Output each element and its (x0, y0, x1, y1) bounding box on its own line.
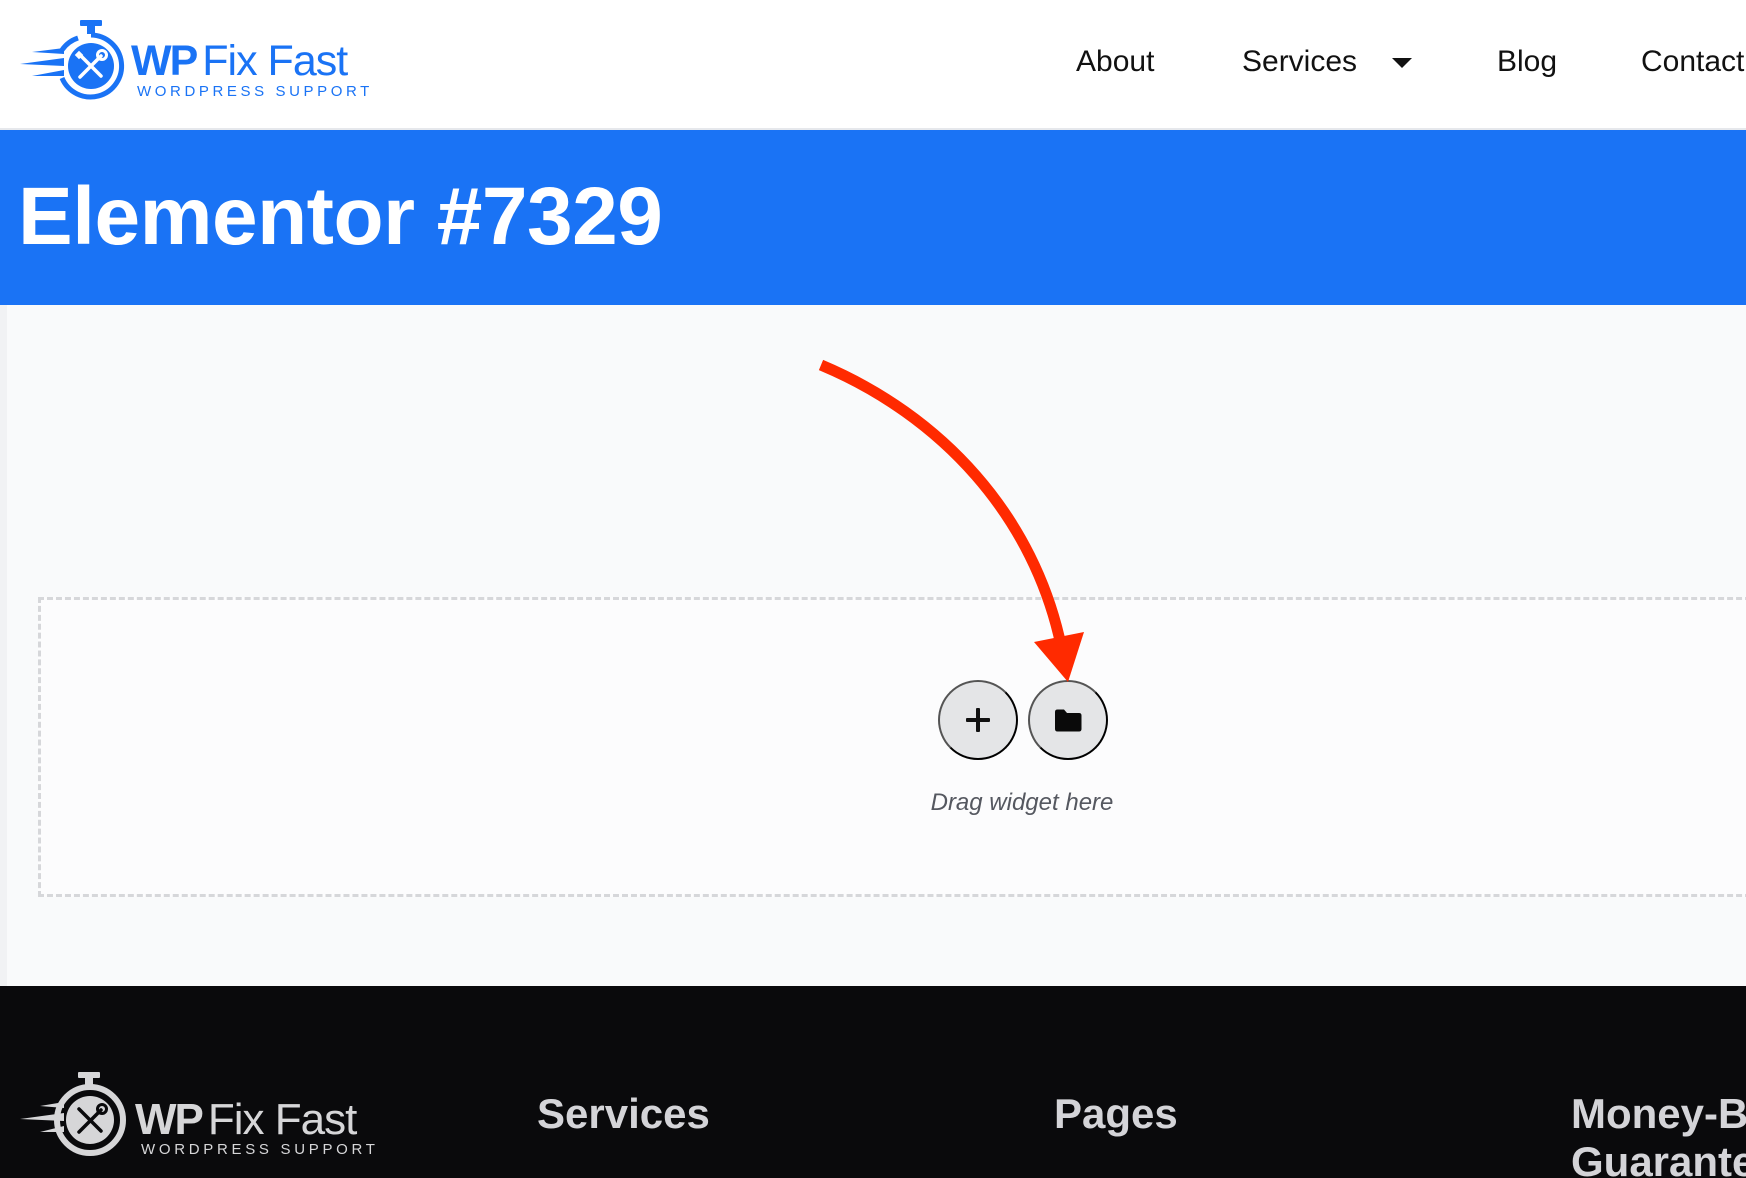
footer-logo-link[interactable]: WP Fix Fast WORDPRESS SUPPORT (20, 1072, 380, 1162)
caret-down-icon[interactable] (1392, 58, 1412, 68)
nav-item-about[interactable]: About (1076, 42, 1154, 82)
add-template-button[interactable] (1028, 680, 1108, 760)
nav-item-services[interactable]: Services (1242, 42, 1357, 82)
stopwatch-wrench-icon (20, 1072, 126, 1156)
footer-heading-pages: Pages (1054, 1090, 1178, 1137)
logo-wordmark: WP Fix Fast (131, 37, 348, 85)
site-header: WP Fix Fast WORDPRESS SUPPORT About Servi… (0, 0, 1746, 130)
site-footer: WP Fix Fast WORDPRESS SUPPORT Services Pa… (0, 986, 1746, 1178)
page-title: Elementor #7329 (18, 171, 663, 262)
footer-logo-tagline: WORDPRESS SUPPORT (141, 1141, 379, 1158)
folder-icon (1055, 709, 1082, 731)
logo-brand-bold: WP (131, 37, 198, 85)
editor-canvas: Drag widget here (0, 305, 1746, 986)
nav-item-contact[interactable]: Contact (1641, 42, 1744, 82)
footer-heading-services: Services (537, 1090, 710, 1137)
logo-brand-light: Fix Fast (202, 37, 348, 85)
nav-item-blog[interactable]: Blog (1497, 42, 1557, 82)
footer-logo-wordmark: WP Fix Fast (135, 1095, 357, 1144)
page-title-band: Elementor #7329 (0, 130, 1746, 305)
site-logo-link[interactable]: WP Fix Fast WORDPRESS SUPPORT (18, 18, 369, 108)
add-new-section-button[interactable] (938, 680, 1018, 760)
canvas-edge (0, 305, 7, 986)
footer-logo-brand-bold: WP (135, 1095, 204, 1144)
drag-widget-hint: Drag widget here (930, 789, 1114, 816)
stopwatch-wrench-icon (20, 20, 124, 100)
empty-section-drop-zone[interactable] (38, 597, 1746, 897)
footer-logo-brand-light: Fix Fast (207, 1095, 357, 1144)
footer-heading-money-back-guarantee: Money-Back Guarantee (1571, 1090, 1746, 1178)
plus-icon (966, 708, 990, 732)
logo-tagline: WORDPRESS SUPPORT (137, 83, 373, 100)
